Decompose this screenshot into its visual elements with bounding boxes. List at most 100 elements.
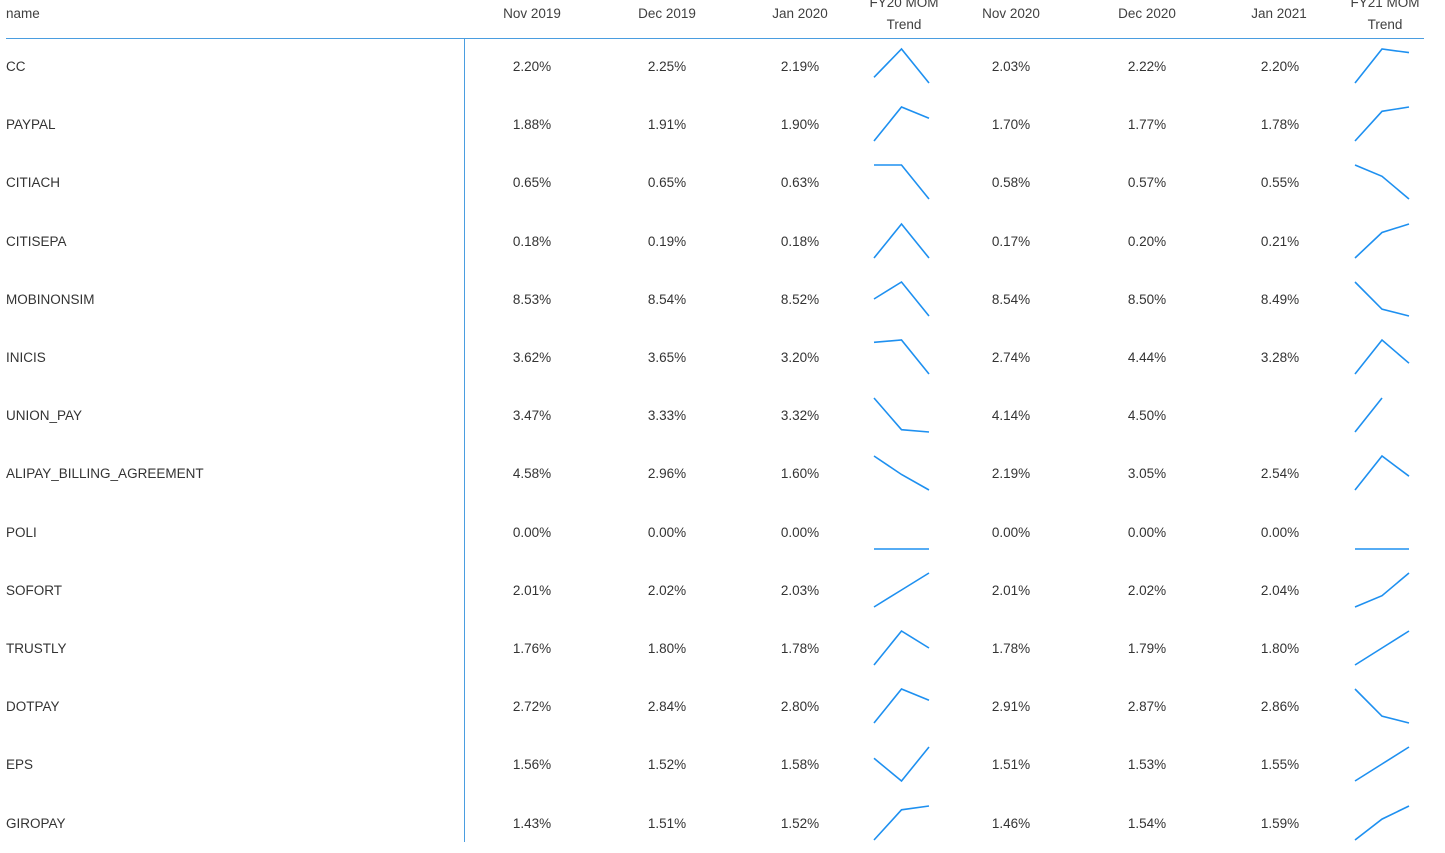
row-name-cell: CITISEPA (6, 233, 67, 249)
fy21-trend-sparkline-line (1354, 106, 1410, 142)
cell-dec-2019: 8.54% (647, 291, 687, 307)
fy20-trend-sparkline (873, 397, 930, 433)
table-row[interactable]: DOTPAY 2.72% 2.84% 2.80% 2.91% 2.87% 2.86% (0, 678, 1445, 736)
column-header-dec-2020[interactable]: Dec 2020 (1092, 3, 1202, 25)
fy20-trend-sparkline-line (873, 47, 930, 84)
row-name-cell: GIROPAY (6, 815, 66, 831)
cell-jan-2020: 1.78% (780, 641, 820, 656)
cell-dec-2019: 1.80% (647, 641, 687, 656)
column-header-fy21-trend[interactable]: FY21 MOM Trend (1335, 0, 1435, 36)
cell-dec-2020: 0.20% (1127, 233, 1167, 249)
fy20-trend-sparkline-line (873, 339, 930, 375)
fy20-trend-sparkline-line (873, 222, 930, 259)
column-header-dec-2019[interactable]: Dec 2019 (612, 3, 722, 25)
column-header-name[interactable]: name (6, 3, 40, 25)
fy20-trend-sparkline-line (873, 397, 930, 433)
cell-dec-2020: 0.00% (1127, 524, 1167, 540)
cell-dec-2020: 1.54% (1127, 815, 1167, 831)
table-row[interactable]: CC 2.20% 2.25% 2.19% 2.03% 2.22% 2.20% (0, 38, 1445, 96)
cell-nov-2020: 1.78% (991, 641, 1031, 656)
cell-nov-2020: 2.03% (991, 59, 1031, 74)
cell-dec-2020: 8.50% (1127, 291, 1167, 307)
column-header-fy21-trend-line2: Trend (1367, 17, 1403, 32)
fy20-trend-sparkline-line (873, 280, 930, 317)
cell-nov-2019: 2.72% (512, 699, 552, 715)
fy21-trend-sparkline-line (1354, 804, 1410, 841)
table-row[interactable]: PAYPAL 1.88% 1.91% 1.90% 1.70% 1.77% 1.78% (0, 96, 1445, 154)
column-header-jan-2020[interactable]: Jan 2020 (745, 3, 855, 25)
column-header-fy20-trend-line2: Trend (886, 17, 922, 32)
row-name-cell: PAYPAL (6, 117, 56, 133)
table-header: name Nov 2019 Dec 2019 Jan 2020 FY20 MOM… (0, 0, 1445, 38)
fy21-trend-sparkline-line (1354, 222, 1410, 259)
column-header-jan-2021[interactable]: Jan 2021 (1224, 3, 1334, 25)
cell-nov-2020: 2.74% (991, 350, 1031, 365)
row-name-cell: TRUSTLY (6, 641, 67, 656)
cell-nov-2019: 0.18% (512, 233, 552, 249)
cell-dec-2019: 2.84% (647, 699, 687, 715)
cell-dec-2020: 1.53% (1127, 757, 1167, 773)
fy20-trend-sparkline (873, 804, 930, 841)
fy20-trend-sparkline (874, 547, 929, 550)
fy21-trend-sparkline (1354, 338, 1410, 375)
cell-nov-2019: 1.43% (512, 815, 552, 831)
column-header-fy20-trend[interactable]: FY20 MOM Trend (854, 0, 954, 36)
cell-dec-2019: 2.02% (647, 582, 687, 598)
row-name-cell: CITIACH (6, 175, 60, 191)
cell-dec-2019: 3.33% (647, 408, 687, 424)
table-row[interactable]: POLI 0.00% 0.00% 0.00% 0.00% 0.00% 0.00% (0, 504, 1445, 562)
cell-jan-2020: 8.52% (780, 291, 820, 307)
fy21-trend-sparkline (1354, 455, 1410, 491)
column-header-fy20-trend-line1: FY20 MOM (869, 0, 939, 10)
fy20-trend-sparkline-line (874, 164, 930, 200)
cell-jan-2021: 1.80% (1260, 641, 1300, 656)
cell-jan-2021: 0.21% (1260, 233, 1300, 249)
fy20-trend-sparkline (873, 106, 930, 142)
table-row[interactable]: GIROPAY 1.43% 1.51% 1.52% 1.46% 1.54% 1.59% (0, 795, 1445, 853)
table-row[interactable]: CITIACH 0.65% 0.65% 0.63% 0.58% 0.57% 0.55% (0, 154, 1445, 212)
fy21-trend-sparkline-line (1354, 338, 1410, 375)
row-name-cell: EPS (6, 757, 34, 773)
cell-dec-2019: 2.96% (647, 466, 687, 482)
cell-jan-2020: 0.63% (780, 175, 820, 191)
cell-nov-2019: 3.62% (512, 350, 552, 365)
column-header-nov-2019[interactable]: Nov 2019 (477, 3, 587, 25)
table-row[interactable]: SOFORT 2.01% 2.02% 2.03% 2.01% 2.02% 2.04% (0, 562, 1445, 620)
fy20-trend-sparkline-line (873, 455, 930, 492)
cell-jan-2020: 2.19% (780, 59, 820, 74)
cell-jan-2021: 2.54% (1260, 466, 1300, 482)
fy20-trend-sparkline (873, 339, 930, 375)
column-header-nov-2020[interactable]: Nov 2020 (956, 3, 1066, 25)
table-row[interactable]: MOBINONSIM 8.53% 8.54% 8.52% 8.54% 8.50% 8.49% (0, 271, 1445, 329)
cell-nov-2020: 8.54% (991, 291, 1031, 307)
cell-dec-2020: 2.22% (1127, 59, 1167, 74)
cell-jan-2021: 1.55% (1260, 757, 1300, 773)
fy21-trend-sparkline (1354, 106, 1410, 142)
fy20-trend-sparkline-line (873, 746, 930, 783)
table-row[interactable]: INICIS 3.62% 3.65% 3.20% 2.74% 4.44% 3.28% (0, 329, 1445, 387)
row-name-cell: ALIPAY_BILLING_AGREEMENT (6, 466, 204, 482)
fy20-trend-sparkline (873, 280, 930, 317)
fy21-trend-sparkline (1354, 630, 1410, 666)
fy20-trend-sparkline-line (873, 629, 930, 666)
cell-dec-2019: 0.65% (647, 175, 687, 191)
table-row[interactable]: TRUSTLY 1.76% 1.80% 1.78% 1.78% 1.79% 1.80% (0, 620, 1445, 678)
cell-jan-2020: 1.90% (780, 117, 820, 133)
cell-nov-2019: 2.01% (512, 582, 552, 598)
table-row[interactable]: EPS 1.56% 1.52% 1.58% 1.51% 1.53% 1.55% (0, 736, 1445, 794)
cell-jan-2021: 2.86% (1260, 699, 1300, 715)
cell-nov-2020: 0.17% (991, 233, 1031, 249)
cell-dec-2020: 4.44% (1127, 350, 1167, 365)
fy21-trend-sparkline (1354, 572, 1410, 608)
cell-dec-2020: 2.87% (1127, 699, 1167, 715)
cell-nov-2019: 3.47% (512, 408, 552, 424)
cell-jan-2020: 3.32% (780, 408, 820, 424)
table-row[interactable]: UNION_PAY 3.47% 3.33% 3.32% 4.14% 4.50% (0, 387, 1445, 445)
fy21-trend-sparkline-line (1354, 281, 1410, 317)
cell-dec-2019: 2.25% (647, 59, 687, 74)
fy21-trend-sparkline (1354, 222, 1410, 259)
fy21-trend-sparkline (1354, 48, 1410, 84)
fy21-trend-sparkline (1354, 804, 1410, 841)
table-row[interactable]: ALIPAY_BILLING_AGREEMENT 4.58% 2.96% 1.60% 2… (0, 445, 1445, 503)
table-row[interactable]: CITISEPA 0.18% 0.19% 0.18% 0.17% 0.20% 0.21% (0, 213, 1445, 271)
